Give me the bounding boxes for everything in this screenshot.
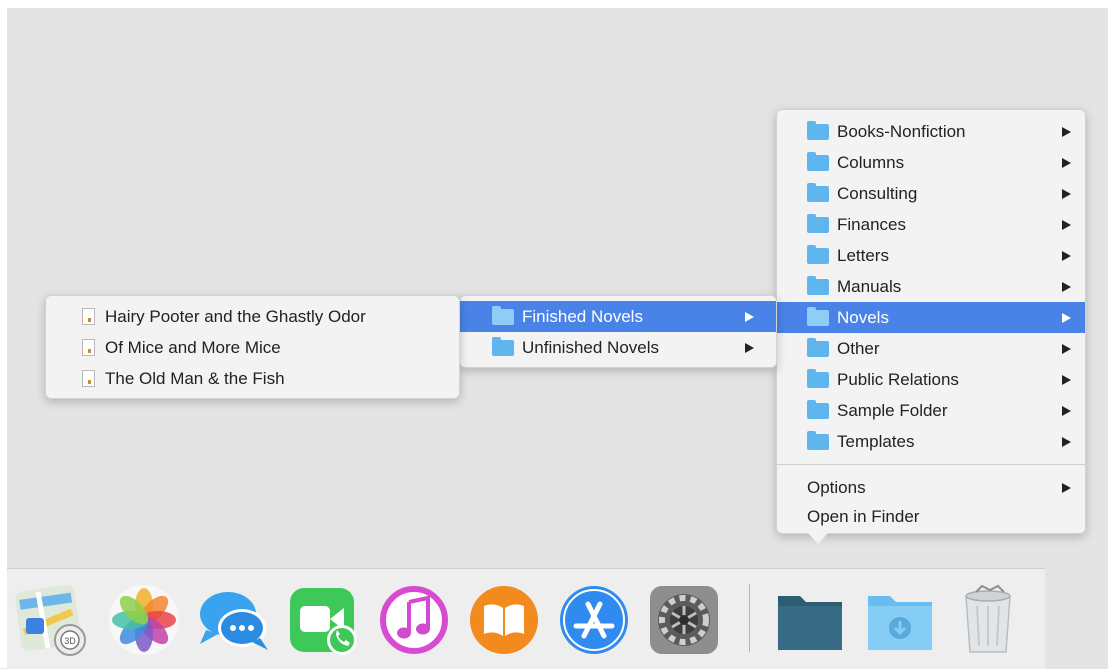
- app-store-icon[interactable]: [556, 582, 632, 658]
- folder-icon: [807, 213, 829, 233]
- menu-item-label: Letters: [837, 245, 889, 265]
- folder-icon: [807, 182, 829, 202]
- menu-item-label: Hairy Pooter and the Ghastly Odor: [105, 306, 366, 326]
- menu-item-label: Options: [807, 477, 866, 497]
- menu-item-label: Unfinished Novels: [522, 337, 660, 357]
- submenu-arrow-icon: [1062, 374, 1071, 385]
- menu-pointer: [808, 533, 828, 544]
- menu-separator: [777, 464, 1085, 465]
- folder-icon: [807, 430, 829, 450]
- menu-item-label: Of Mice and More Mice: [105, 337, 281, 357]
- system-preferences-icon[interactable]: [646, 582, 722, 658]
- folder-icon: [492, 305, 514, 325]
- folder-icon: [492, 336, 514, 356]
- menu-item-label: The Old Man & the Fish: [105, 368, 285, 388]
- menu-item-hairy-pooter[interactable]: Hairy Pooter and the Ghastly Odor: [46, 301, 459, 332]
- menu-item-label: Public Relations: [837, 369, 959, 389]
- dock-divider: [749, 584, 750, 652]
- menu-item-label: Books-Nonfiction: [837, 121, 966, 141]
- menu-item-finances[interactable]: Finances: [777, 209, 1085, 240]
- menu-item-manuals[interactable]: Manuals: [777, 271, 1085, 302]
- submenu-arrow-icon: [1062, 405, 1071, 416]
- submenu-arrow-icon: [1062, 281, 1071, 292]
- menu-item-finished-novels[interactable]: Finished Novels: [460, 301, 776, 332]
- menu-item-templates[interactable]: Templates: [777, 426, 1085, 457]
- menu-item-other[interactable]: Other: [777, 333, 1085, 364]
- menu-item-options[interactable]: Options: [777, 472, 1085, 503]
- submenu-arrow-icon: [1062, 126, 1071, 137]
- folder-icon: [807, 120, 829, 140]
- menu-item-columns[interactable]: Columns: [777, 147, 1085, 178]
- maps-icon[interactable]: 3D: [14, 582, 90, 658]
- menu-item-label: Other: [837, 338, 880, 358]
- menu-item-books-nonfiction[interactable]: Books-Nonfiction: [777, 116, 1085, 147]
- document-icon: [82, 339, 95, 356]
- folder-icon: [807, 399, 829, 419]
- itunes-icon[interactable]: [376, 582, 452, 658]
- menu-item-label: Novels: [837, 307, 889, 327]
- menu-item-label: Sample Folder: [837, 400, 948, 420]
- submenu-arrow-icon: [1062, 482, 1071, 493]
- trash-icon[interactable]: [950, 582, 1026, 658]
- menu-item-label: Templates: [837, 431, 915, 451]
- menu-item-of-mice[interactable]: Of Mice and More Mice: [46, 332, 459, 363]
- menu-item-label: Finished Novels: [522, 306, 643, 326]
- document-icon: [82, 308, 95, 325]
- submenu-arrow-icon: [1062, 250, 1071, 261]
- submenu-arrow-icon: [1062, 343, 1071, 354]
- folder-icon: [807, 306, 829, 326]
- novels-submenu: Finished Novels Unfinished Novels: [459, 295, 777, 368]
- submenu-arrow-icon: [1062, 219, 1071, 230]
- menu-item-consulting[interactable]: Consulting: [777, 178, 1085, 209]
- photos-icon[interactable]: [106, 582, 182, 658]
- submenu-arrow-icon: [1062, 188, 1071, 199]
- folder-icon: [807, 275, 829, 295]
- menu-item-unfinished-novels[interactable]: Unfinished Novels: [460, 332, 776, 363]
- downloads-folder-icon[interactable]: [862, 582, 938, 658]
- menu-item-label: Consulting: [837, 183, 918, 203]
- svg-text:3D: 3D: [64, 636, 76, 646]
- folder-icon: [807, 368, 829, 388]
- folder-icon: [807, 151, 829, 171]
- document-icon: [82, 370, 95, 387]
- submenu-arrow-icon: [1062, 312, 1071, 323]
- finished-novels-submenu: Hairy Pooter and the Ghastly Odor Of Mic…: [45, 295, 460, 399]
- submenu-arrow-icon: [1062, 157, 1071, 168]
- menu-item-label: Open in Finder: [807, 506, 920, 526]
- folder-icon: [807, 337, 829, 357]
- ibooks-icon[interactable]: [466, 582, 542, 658]
- menu-item-sample-folder[interactable]: Sample Folder: [777, 395, 1085, 426]
- menu-item-public-relations[interactable]: Public Relations: [777, 364, 1085, 395]
- submenu-arrow-icon: [1062, 436, 1071, 447]
- menu-item-open-in-finder[interactable]: Open in Finder: [777, 501, 1085, 532]
- folder-icon: [807, 244, 829, 264]
- submenu-arrow-icon: [745, 342, 754, 353]
- documents-folder-icon[interactable]: [772, 582, 848, 658]
- submenu-arrow-icon: [745, 311, 754, 322]
- menu-item-old-man[interactable]: The Old Man & the Fish: [46, 363, 459, 394]
- menu-item-label: Finances: [837, 214, 906, 234]
- menu-item-label: Manuals: [837, 276, 902, 296]
- menu-item-letters[interactable]: Letters: [777, 240, 1085, 271]
- menu-item-label: Columns: [837, 152, 905, 172]
- facetime-icon[interactable]: [286, 582, 362, 658]
- messages-icon[interactable]: [196, 582, 272, 658]
- menu-item-novels[interactable]: Novels: [777, 302, 1085, 333]
- stack-menu: Books-Nonfiction Columns Consulting Fina…: [776, 109, 1086, 534]
